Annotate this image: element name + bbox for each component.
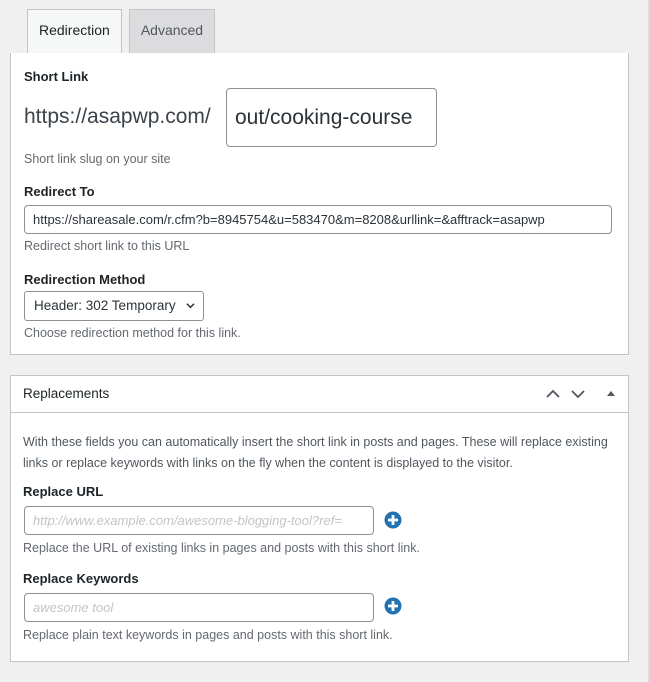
redirection-method-label: Redirection Method	[24, 272, 146, 287]
short-link-label: Short Link	[24, 69, 89, 84]
move-up-icon[interactable]	[544, 385, 562, 403]
replacements-title: Replacements	[23, 386, 110, 401]
replace-keywords-input[interactable]: awesome tool	[24, 593, 374, 622]
add-replace-url-icon[interactable]	[384, 511, 402, 529]
redirection-method-description: Choose redirection method for this link.	[24, 326, 241, 340]
replace-keywords-label: Replace Keywords	[23, 571, 139, 586]
chevron-down-icon	[186, 303, 195, 309]
tab-redirection[interactable]: Redirection	[27, 9, 122, 54]
redirection-panel: Short Link https://asapwp.com/ out/cooki…	[10, 53, 629, 355]
replace-url-description: Replace the URL of existing links in pag…	[23, 541, 420, 555]
replace-url-placeholder: http://www.example.com/awesome-blogging-…	[33, 513, 342, 528]
redirection-method-select[interactable]: Header: 302 Temporary	[24, 291, 204, 321]
short-link-slug-input[interactable]: out/cooking-course	[226, 88, 437, 147]
replace-url-label: Replace URL	[23, 484, 104, 499]
replacements-intro: With these fields you can automatically …	[23, 435, 608, 470]
short-link-description: Short link slug on your site	[24, 152, 171, 166]
replace-keywords-placeholder: awesome tool	[33, 600, 114, 615]
redirect-to-input[interactable]: https://shareasale.com/r.cfm?b=8945754&u…	[24, 205, 612, 234]
redirect-to-description: Redirect short link to this URL	[24, 239, 190, 253]
redirect-to-label: Redirect To	[24, 184, 95, 199]
link-editor-page: Redirection Advanced Short Link https://…	[0, 0, 650, 682]
replacements-panel: Replacements With these fields you can a…	[10, 375, 629, 662]
add-replace-keyword-icon[interactable]	[384, 597, 402, 615]
tab-advanced[interactable]: Advanced	[128, 9, 216, 53]
move-down-icon[interactable]	[569, 385, 587, 403]
short-link-prefix: https://asapwp.com/	[24, 105, 211, 128]
replace-keywords-description: Replace plain text keywords in pages and…	[23, 628, 393, 642]
redirection-method-selected: Header: 302 Temporary	[34, 298, 176, 313]
tab-bar: Redirection Advanced	[27, 9, 216, 54]
toggle-panel-icon[interactable]	[602, 385, 620, 403]
replace-url-input[interactable]: http://www.example.com/awesome-blogging-…	[24, 506, 374, 535]
replacements-panel-header: Replacements	[11, 376, 628, 413]
